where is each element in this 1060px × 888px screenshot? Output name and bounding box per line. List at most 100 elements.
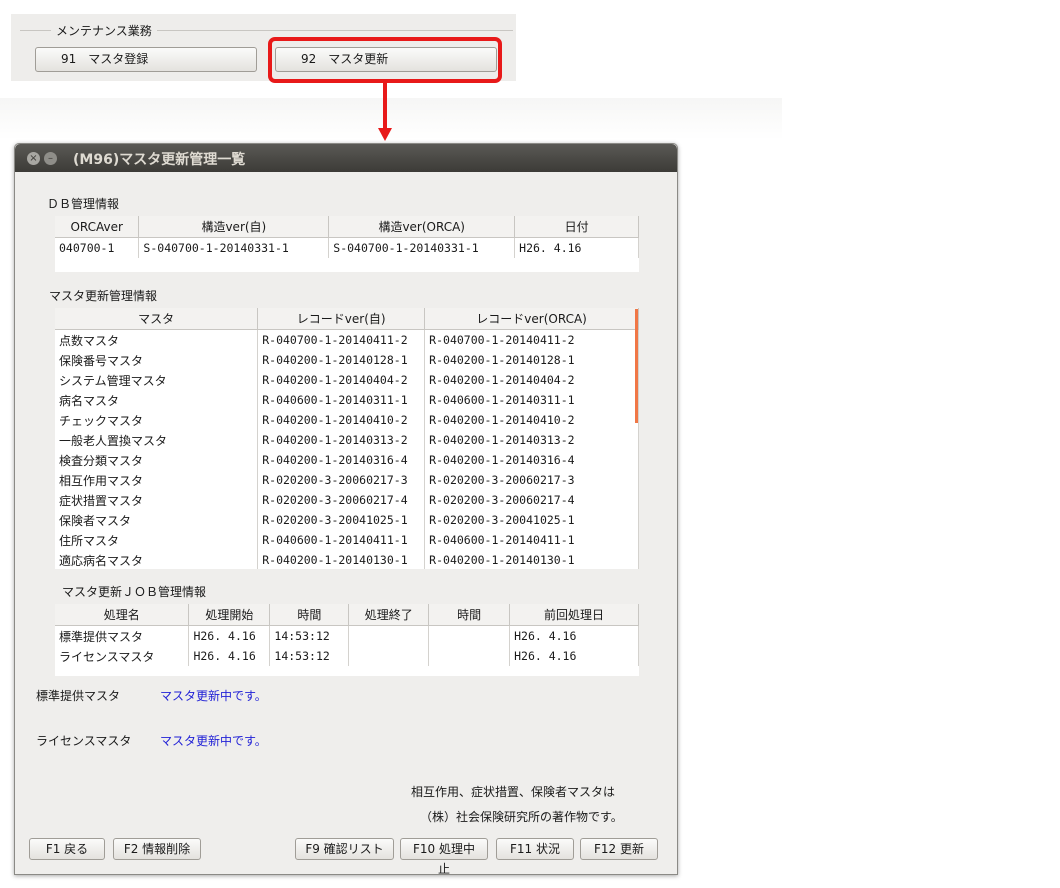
column-header[interactable]: 処理名 [55,604,190,626]
cell: R-040600-1-20140411-1 [424,530,639,550]
column-header[interactable]: 前回処理日 [509,604,639,626]
cell: ライセンスマスタ [55,646,190,666]
copyright-note-line1: 相互作用、症状措置、保険者マスタは [411,785,616,799]
cell: 症状措置マスタ [55,490,259,510]
column-header[interactable]: 処理開始 [188,604,271,626]
cell: H26. 4.16 [188,646,271,666]
table-row[interactable]: 標準提供マスタ H26. 4.16 14:53:12 H26. 4.16 [55,625,639,646]
status-message-standard: マスタ更新中です。 [160,689,267,703]
column-header[interactable]: レコードver(ORCA) [424,308,639,330]
table-row[interactable]: 保険者マスタ R-020200-3-20041025-1 R-020200-3-20… [55,510,639,530]
cell: R-040700-1-20140411-2 [257,329,426,350]
cell: 040700-1 [55,237,140,258]
cell: R-040200-1-20140128-1 [257,350,426,370]
arrow-shaft [383,83,387,133]
f1-back-button[interactable]: F1 戻る [29,838,105,860]
cell: システム管理マスタ [55,370,259,390]
cell: 病名マスタ [55,390,259,410]
cell: R-040600-1-20140311-1 [257,390,426,410]
copyright-note-line2: （株）社会保険研究所の著作物です。 [420,810,623,824]
cell: 14:53:12 [269,625,350,646]
table-row[interactable]: 相互作用マスタ R-020200-3-20060217-3 R-020200-3-2… [55,470,639,490]
cell: H26. 4.16 [188,625,271,646]
f9-confirm-list-button[interactable]: F9 確認リスト [295,838,394,860]
arrow-down-icon [378,128,392,141]
f12-update-button[interactable]: F12 更新 [580,838,658,860]
table-row[interactable]: 病名マスタ R-040600-1-20140311-1 R-040600-1-201… [55,390,639,410]
table-row[interactable]: 症状措置マスタ R-020200-3-20060217-4 R-020200-3-2… [55,490,639,510]
cell: 点数マスタ [55,329,259,350]
f10-abort-button[interactable]: F10 処理中止 [400,838,488,876]
cell [348,646,430,666]
status-message-license: マスタ更新中です。 [160,734,267,748]
f11-status-button[interactable]: F11 状況 [496,838,574,860]
master-update-window: × – (M96)マスタ更新管理一覧 ＤＢ管理情報 ORCAver 構造ver(… [14,143,678,876]
cell [428,625,511,646]
cell: 相互作用マスタ [55,470,259,490]
cell: R-040200-1-20140316-4 [424,450,639,470]
cell: 14:53:12 [269,646,350,666]
column-header[interactable]: 時間 [269,604,350,626]
f2-delete-button[interactable]: F2 情報削除 [113,838,201,860]
cell: S-040700-1-20140331-1 [328,237,516,258]
column-header[interactable]: レコードver(自) [257,308,426,330]
cell: 保険者マスタ [55,510,259,530]
job-info-table: 処理名 処理開始 時間 処理終了 時間 前回処理日 標準提供マスタ H26. 4.… [55,604,639,676]
cell: R-020200-3-20060217-4 [424,490,639,510]
column-header[interactable]: 時間 [428,604,511,626]
cell: R-040200-1-20140313-2 [257,430,426,450]
master-info-table[interactable]: マスタ レコードver(自) レコードver(ORCA) 点数マスタ R-0407… [55,308,639,569]
cell: R-020200-3-20060217-3 [257,470,426,490]
status-label-standard: 標準提供マスタ [36,689,121,703]
column-header[interactable]: 日付 [514,216,639,238]
status-label-license: ライセンスマスタ [36,734,132,748]
cell: R-020200-3-20041025-1 [257,510,426,530]
cell: 検査分類マスタ [55,450,259,470]
table-row[interactable]: 一般老人置換マスタ R-040200-1-20140313-2 R-040200-1… [55,430,639,450]
cell: 保険番号マスタ [55,350,259,370]
scrollbar[interactable] [635,309,638,423]
table-row[interactable]: 点数マスタ R-040700-1-20140411-2 R-040700-1-201… [55,329,639,350]
column-header[interactable]: 構造ver(自) [138,216,330,238]
cell: 住所マスタ [55,530,259,550]
cell: H26. 4.16 [514,237,639,258]
close-icon[interactable]: × [27,152,40,165]
table-row[interactable]: チェックマスタ R-040200-1-20140410-2 R-040200-1-2… [55,410,639,430]
table-row[interactable]: 適応病名マスタ R-040200-1-20140130-1 R-040200-1-2… [55,550,639,569]
table-row[interactable]: ライセンスマスタ H26. 4.16 14:53:12 H26. 4.16 [55,646,639,666]
cell: R-040700-1-20140411-2 [424,329,639,350]
cell: R-040200-1-20140313-2 [424,430,639,450]
cell: 標準提供マスタ [55,625,190,646]
cell: R-040600-1-20140411-1 [257,530,426,550]
column-header[interactable]: ORCAver [55,216,140,238]
table-row[interactable]: 検査分類マスタ R-040200-1-20140316-4 R-040200-1-2… [55,450,639,470]
column-header[interactable]: 構造ver(ORCA) [328,216,516,238]
table-row[interactable]: 040700-1 S-040700-1-20140331-1 S-040700-… [55,237,639,258]
cell: R-040200-1-20140130-1 [424,550,639,569]
cell: H26. 4.16 [509,625,639,646]
cell: R-020200-3-20060217-3 [424,470,639,490]
cell [428,646,511,666]
table-row[interactable]: 住所マスタ R-040600-1-20140411-1 R-040600-1-201… [55,530,639,550]
cell: H26. 4.16 [509,646,639,666]
column-header[interactable]: マスタ [55,308,259,330]
cell: S-040700-1-20140331-1 [138,237,330,258]
cell [348,625,430,646]
cell: R-040600-1-20140311-1 [424,390,639,410]
cell: R-040200-1-20140410-2 [257,410,426,430]
master-section-label: マスタ更新管理情報 [49,289,158,303]
window-title: (M96)マスタ更新管理一覧 [73,152,246,168]
minimize-icon[interactable]: – [44,152,57,165]
column-header[interactable]: 処理終了 [348,604,430,626]
job-section-label: マスタ更新ＪＯＢ管理情報 [62,585,207,599]
cell: R-040200-1-20140404-2 [424,370,639,390]
master-register-button[interactable]: 91 マスタ登録 [35,47,257,72]
cell: R-020200-3-20060217-4 [257,490,426,510]
cell: R-040200-1-20140404-2 [257,370,426,390]
db-info-table: ORCAver 構造ver(自) 構造ver(ORCA) 日付 040700-1… [55,216,639,272]
table-row[interactable]: システム管理マスタ R-040200-1-20140404-2 R-040200-1… [55,370,639,390]
table-row[interactable]: 保険番号マスタ R-040200-1-20140128-1 R-040200-1-2… [55,350,639,370]
maintenance-title: メンテナンス業務 [51,22,157,39]
cell: チェックマスタ [55,410,259,430]
db-section-label: ＤＢ管理情報 [47,197,120,211]
